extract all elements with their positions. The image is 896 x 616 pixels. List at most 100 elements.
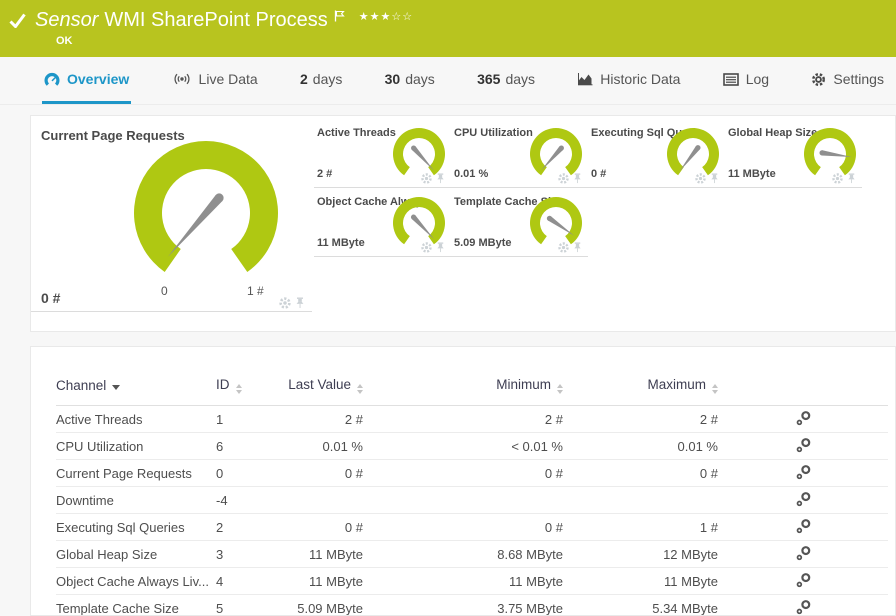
channel-id-cell: -4 — [216, 486, 278, 514]
maximum-cell: 11 MByte — [563, 567, 718, 595]
minimum-cell: 0 # — [363, 513, 563, 541]
gauge-settings-gear-icon[interactable] — [558, 173, 569, 184]
table-header-row: Channel ID Last Value Minimum Maximum — [56, 373, 888, 406]
gauge-settings-gear-icon[interactable] — [421, 242, 432, 253]
table-row[interactable]: Active Threads 1 2 # 2 # 2 # — [56, 405, 888, 433]
column-header-id[interactable]: ID — [216, 373, 278, 406]
flag-icon — [334, 10, 345, 22]
pin-icon[interactable] — [572, 242, 583, 253]
channel-settings-wrench-icon[interactable] — [796, 464, 811, 480]
channel-settings-wrench-icon[interactable] — [796, 518, 811, 534]
column-header-channel[interactable]: Channel — [56, 373, 216, 406]
channel-name-cell[interactable]: Template Cache Size — [56, 594, 216, 615]
minimum-cell: 11 MByte — [363, 567, 563, 595]
sort-both-icon — [235, 384, 242, 394]
channel-settings-wrench-icon[interactable] — [796, 491, 811, 507]
gauge-needle — [164, 191, 226, 260]
column-header-settings — [718, 373, 888, 406]
tab-365-days[interactable]: 365 days — [475, 57, 537, 104]
maximum-cell: 0.01 % — [563, 432, 718, 460]
table-row[interactable]: Executing Sql Queries 2 0 # 0 # 1 # — [56, 513, 888, 541]
maximum-cell: 1 # — [563, 513, 718, 541]
channel-name-cell[interactable]: Downtime — [56, 486, 216, 514]
last-value-cell: 2 # — [278, 405, 363, 433]
gauge-executing-sql-queries: Executing Sql Queries 0 # — [588, 119, 725, 188]
channel-settings-wrench-icon[interactable] — [796, 545, 811, 561]
mini-gauge-grid: Active Threads 2 # CPU Utilization 0.01 … — [314, 116, 895, 331]
status-badge: OK — [56, 35, 73, 47]
channel-name-cell[interactable]: Active Threads — [56, 405, 216, 433]
gauge-needle — [539, 144, 566, 173]
gauge-value: 0 # — [41, 290, 61, 306]
tab-log[interactable]: Log — [721, 57, 771, 104]
pin-icon[interactable] — [294, 297, 306, 309]
last-value-cell: 0.01 % — [278, 432, 363, 460]
sensor-name: WMI SharePoint Process — [104, 9, 328, 31]
gauge-settings-gear-icon[interactable] — [558, 242, 569, 253]
channel-settings-wrench-icon[interactable] — [796, 410, 811, 426]
channel-settings-wrench-icon[interactable] — [796, 599, 811, 615]
status-ok-check-icon — [9, 13, 26, 28]
channel-name-cell[interactable]: CPU Utilization — [56, 432, 216, 460]
gauge-settings-gear-icon[interactable] — [421, 173, 432, 184]
gauge-needle — [409, 213, 436, 241]
tab-live-data[interactable]: Live Data — [170, 57, 260, 104]
pin-icon[interactable] — [435, 173, 446, 184]
log-list-icon — [722, 72, 739, 86]
table-row[interactable]: Downtime -4 — [56, 486, 888, 514]
gauge-settings-gear-icon[interactable] — [279, 297, 291, 309]
column-header-maximum[interactable]: Maximum — [563, 373, 718, 406]
tab-overview[interactable]: Overview — [42, 57, 132, 104]
minimum-cell: 2 # — [363, 405, 563, 433]
sort-both-icon — [557, 384, 563, 394]
channel-name-cell[interactable]: Object Cache Always Liv... — [56, 567, 216, 595]
pin-icon[interactable] — [709, 173, 720, 184]
table-row[interactable]: CPU Utilization 6 0.01 % < 0.01 % 0.01 % — [56, 432, 888, 460]
page-title: Sensor WMI SharePoint Process — [35, 9, 328, 32]
channel-id-cell: 3 — [216, 540, 278, 568]
tab-30-days[interactable]: 30 days — [383, 57, 437, 104]
last-value-cell: 11 MByte — [278, 540, 363, 568]
minimum-cell: 3.75 MByte — [363, 594, 563, 615]
priority-stars[interactable]: ★★★☆☆ — [359, 10, 413, 23]
gauge-scale-max: 1 # — [247, 284, 264, 298]
object-kind-label: Sensor — [35, 9, 99, 31]
table-row[interactable]: Template Cache Size 5 5.09 MByte 3.75 MB… — [56, 594, 888, 615]
broadcast-icon — [174, 73, 190, 85]
table-row[interactable]: Global Heap Size 3 11 MByte 8.68 MByte 1… — [56, 540, 888, 568]
last-value-cell — [278, 486, 363, 514]
tab-settings[interactable]: Settings — [809, 57, 886, 104]
gauge-settings-gear-icon[interactable] — [832, 173, 843, 184]
area-chart-icon — [578, 73, 593, 86]
channel-id-cell: 4 — [216, 567, 278, 595]
pin-icon[interactable] — [435, 242, 446, 253]
tab-historic-data[interactable]: Historic Data — [575, 57, 682, 104]
channel-id-cell: 2 — [216, 513, 278, 541]
table-row[interactable]: Object Cache Always Liv... 4 11 MByte 11… — [56, 567, 888, 595]
gauges-panel: Current Page Requests 0 1 # 0 # Active T… — [30, 115, 896, 332]
column-header-minimum[interactable]: Minimum — [363, 373, 563, 406]
channel-name-cell[interactable]: Current Page Requests — [56, 459, 216, 487]
column-header-last-value[interactable]: Last Value — [278, 373, 363, 406]
gauge-template-cache-size: Template Cache Size 5.09 MByte — [451, 188, 588, 257]
gauge-current-page-requests: Current Page Requests 0 1 # 0 # — [31, 116, 314, 331]
channel-name-cell[interactable]: Global Heap Size — [56, 540, 216, 568]
channel-settings-wrench-icon[interactable] — [796, 437, 811, 453]
channel-settings-wrench-icon[interactable] — [796, 572, 811, 588]
channel-table: Channel ID Last Value Minimum Maximum Ac… — [56, 373, 888, 615]
maximum-cell — [563, 486, 718, 514]
gauge-settings-gear-icon[interactable] — [695, 173, 706, 184]
sensor-header: Sensor WMI SharePoint Process ★★★☆☆ OK — [0, 0, 896, 57]
divider — [31, 311, 312, 312]
tab-2-days[interactable]: 2 days — [298, 57, 344, 104]
sort-desc-icon — [112, 385, 121, 390]
minimum-cell: < 0.01 % — [363, 432, 563, 460]
pin-icon[interactable] — [572, 173, 583, 184]
gauge-active-threads: Active Threads 2 # — [314, 119, 451, 188]
channel-table-panel: Channel ID Last Value Minimum Maximum Ac… — [30, 346, 896, 616]
channel-id-cell: 1 — [216, 405, 278, 433]
channel-name-cell[interactable]: Executing Sql Queries — [56, 513, 216, 541]
pin-icon[interactable] — [846, 173, 857, 184]
table-row[interactable]: Current Page Requests 0 0 # 0 # 0 # — [56, 459, 888, 487]
gauge-icon — [44, 72, 60, 86]
